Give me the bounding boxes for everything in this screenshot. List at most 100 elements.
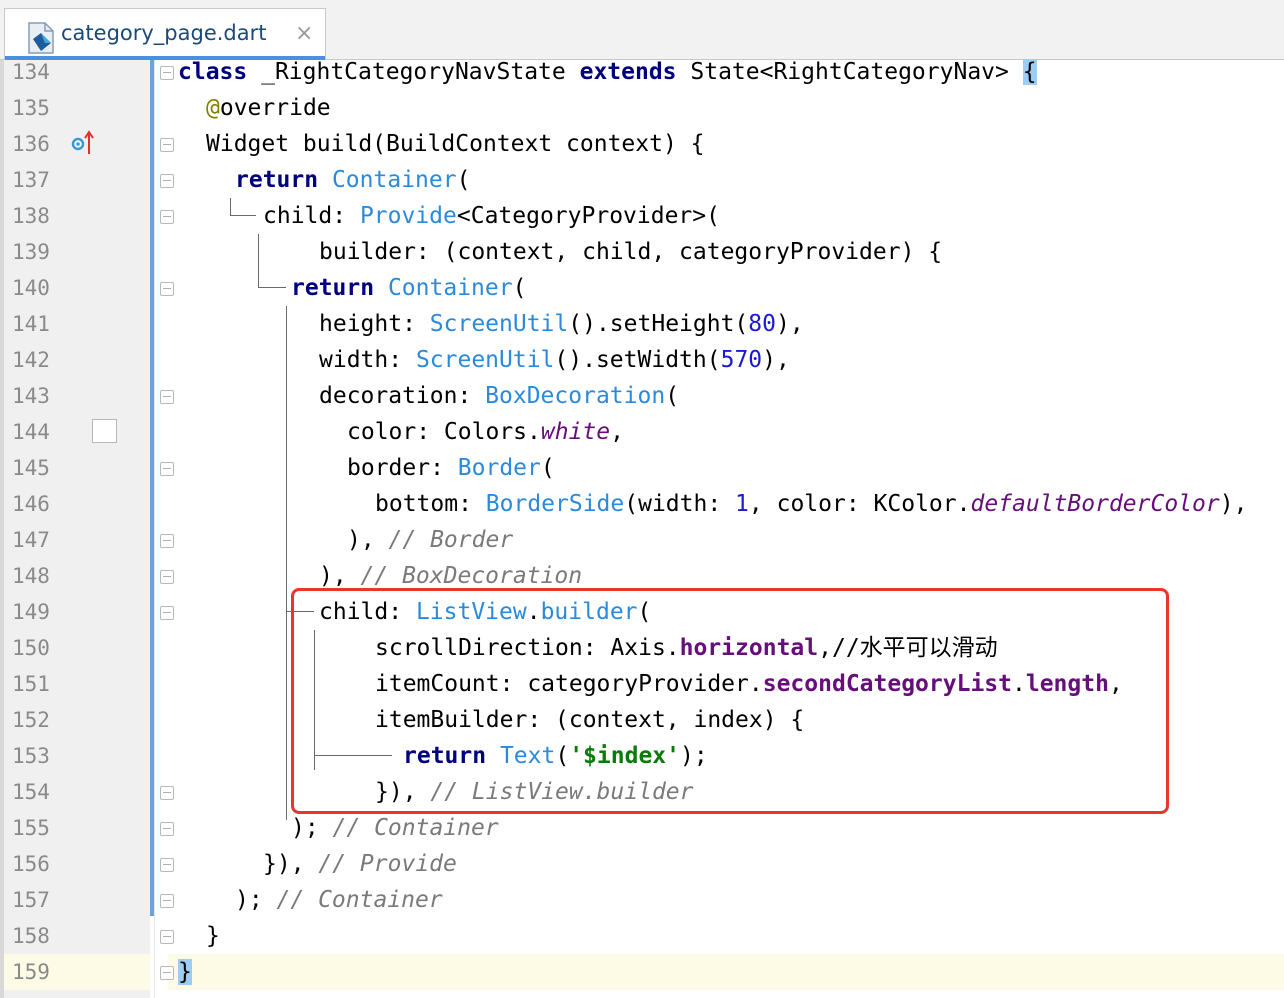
code-token: ( (540, 455, 555, 481)
class-ref: BoxDecoration (485, 383, 666, 409)
class-ref: BorderSide (485, 491, 625, 517)
code-token: ); (235, 887, 277, 913)
code-line[interactable]: 136 Widget build(BuildContext context) { (0, 126, 1284, 162)
keyword: return (291, 275, 375, 301)
code-line[interactable]: 147 ), // Border (0, 522, 1284, 558)
code-text: } (206, 921, 220, 951)
code-token: , color: KColor. (748, 491, 971, 517)
code-text: ); // Container (291, 813, 499, 843)
line-number: 147 (12, 528, 50, 552)
code-text: @override (206, 93, 331, 123)
code-token: bottom: (375, 491, 486, 517)
code-line[interactable]: 135 @override (0, 90, 1284, 126)
line-number: 140 (12, 276, 50, 300)
code-line[interactable]: 156 }), // Provide (0, 846, 1284, 882)
code-text: height: ScreenUtil().setHeight(80), (319, 309, 804, 339)
editor-tab-bar: category_page.dart × (0, 0, 1284, 60)
class-ref: Container (331, 167, 457, 193)
line-number: 157 (12, 888, 50, 912)
code-token: color: Colors. (347, 419, 541, 445)
close-icon[interactable]: × (295, 21, 313, 46)
code-line[interactable]: 139 builder: (context, child, categoryPr… (0, 234, 1284, 270)
line-number: 139 (12, 240, 50, 264)
class-ref: ScreenUtil (415, 347, 555, 373)
code-token: ().setWidth( (554, 347, 721, 373)
code-token: ), (1219, 491, 1248, 517)
code-token: _RightCategoryNavState (247, 59, 580, 85)
code-text: border: Border( (347, 453, 555, 483)
class-ref: Provide (359, 203, 457, 229)
class-ref: Border (457, 455, 541, 481)
code-line[interactable]: 144 color: Colors.white, (0, 414, 1284, 450)
override-marker-icon[interactable] (70, 130, 96, 156)
line-number: 138 (12, 204, 50, 228)
tab-category-page[interactable]: category_page.dart × (4, 8, 326, 60)
fold-icon[interactable] (160, 534, 174, 548)
code-line[interactable]: 141 height: ScreenUtil().setHeight(80), (0, 306, 1284, 342)
code-line[interactable]: 134 class _RightCategoryNavState extends… (0, 54, 1284, 90)
fold-icon[interactable] (160, 174, 174, 188)
code-line-current[interactable]: 159 } (0, 954, 1284, 990)
code-token: } (206, 923, 220, 949)
fold-icon[interactable] (160, 66, 174, 80)
code-token: decoration: (319, 383, 486, 409)
line-number: 148 (12, 564, 50, 588)
fold-icon[interactable] (160, 858, 174, 872)
code-token: State<RightCategoryNav> (676, 59, 1023, 85)
breakpoint-placeholder[interactable] (92, 419, 117, 443)
fold-icon[interactable] (160, 462, 174, 476)
code-token: width: (319, 347, 416, 373)
code-line[interactable]: 158 } (0, 918, 1284, 954)
code-text: return Container( (291, 273, 526, 303)
code-line[interactable]: 138 child: Provide<CategoryProvider>( (0, 198, 1284, 234)
code-line[interactable]: 157 ); // Container (0, 882, 1284, 918)
fold-icon[interactable] (160, 606, 174, 620)
fold-icon[interactable] (160, 570, 174, 584)
code-line[interactable]: 142 width: ScreenUtil().setWidth(570), (0, 342, 1284, 378)
line-number: 142 (12, 348, 50, 372)
code-line[interactable]: 140 return Container( (0, 270, 1284, 306)
line-number: 152 (12, 708, 50, 732)
code-line[interactable]: 145 border: Border( (0, 450, 1284, 486)
code-text: decoration: BoxDecoration( (319, 381, 679, 411)
comment: // Container (276, 887, 443, 913)
code-line[interactable]: 143 decoration: BoxDecoration( (0, 378, 1284, 414)
field-ref: white (540, 419, 611, 445)
fold-icon[interactable] (160, 390, 174, 404)
code-text: class _RightCategoryNavState extends Sta… (178, 57, 1037, 87)
code-text: bottom: BorderSide(width: 1, color: KCol… (375, 489, 1247, 519)
line-number: 141 (12, 312, 50, 336)
indent-guide (286, 306, 287, 820)
code-editor[interactable]: 134 class _RightCategoryNavState extends… (0, 54, 1284, 990)
line-number: 155 (12, 816, 50, 840)
code-text: ), // Border (347, 525, 513, 555)
code-text: return Container( (235, 165, 470, 195)
code-line[interactable]: 137 return Container( (0, 162, 1284, 198)
fold-icon[interactable] (160, 282, 174, 296)
fold-icon[interactable] (160, 210, 174, 224)
line-number: 154 (12, 780, 50, 804)
code-line[interactable]: 155 ); // Container (0, 810, 1284, 846)
code-token: override (219, 95, 331, 121)
line-number: 159 (12, 960, 50, 984)
comment: // Border (388, 527, 514, 553)
line-number: 151 (12, 672, 50, 696)
fold-icon[interactable] (160, 966, 174, 980)
fold-icon[interactable] (160, 786, 174, 800)
code-token: ), (775, 311, 804, 337)
fold-icon[interactable] (160, 822, 174, 836)
tab-label: category_page.dart (61, 21, 267, 45)
code-token: <CategoryProvider>( (456, 203, 720, 229)
fold-icon[interactable] (160, 894, 174, 908)
number-literal: 570 (720, 347, 763, 373)
line-number: 137 (12, 168, 50, 192)
comment: // BoxDecoration (360, 563, 583, 589)
class-ref: ScreenUtil (429, 311, 569, 337)
code-line[interactable]: 146 bottom: BorderSide(width: 1, color: … (0, 486, 1284, 522)
code-text: child: Provide<CategoryProvider>( (263, 201, 720, 231)
fold-icon[interactable] (160, 138, 174, 152)
keyword: return (235, 167, 319, 193)
fold-icon[interactable] (160, 930, 174, 944)
matched-brace: } (178, 959, 192, 985)
